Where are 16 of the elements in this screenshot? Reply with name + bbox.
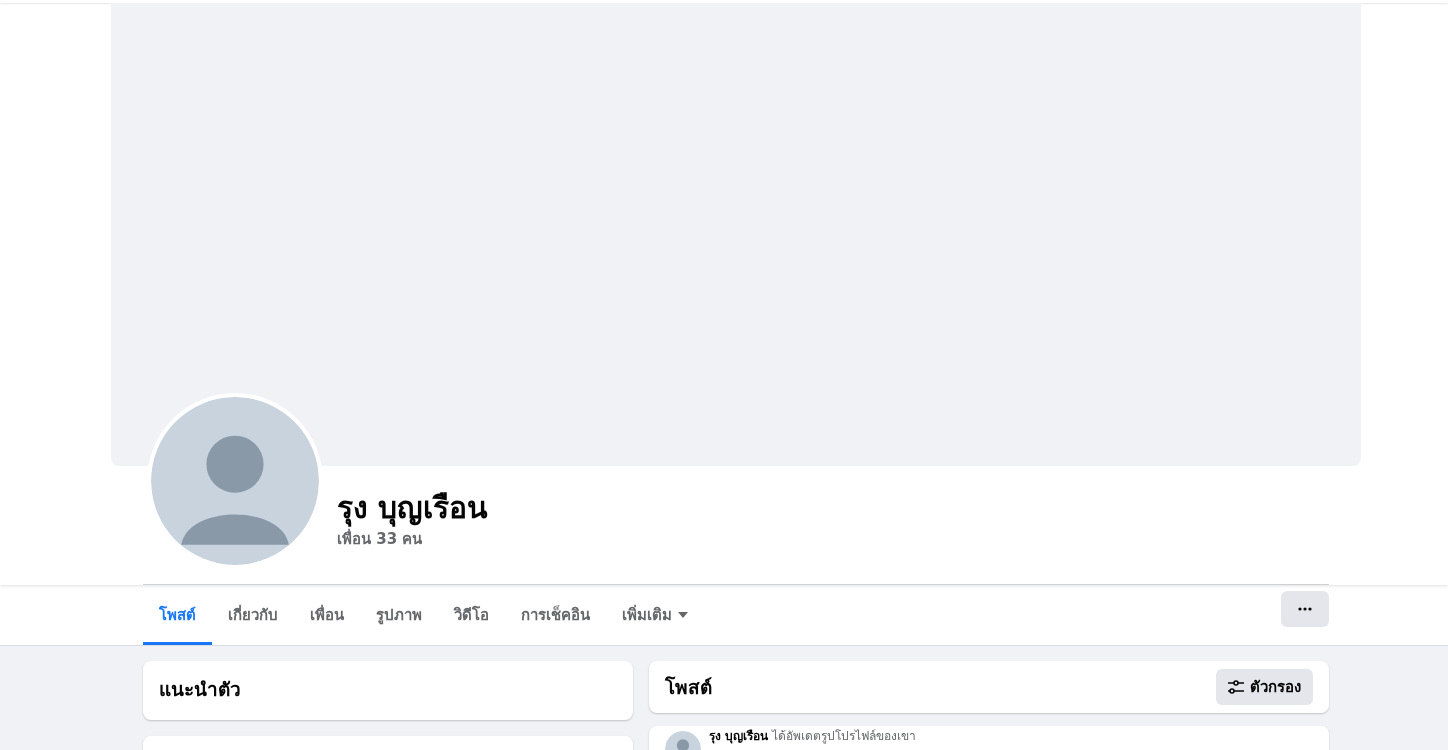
more-options-button[interactable]: [1281, 591, 1329, 627]
more-icon: [1298, 607, 1312, 611]
filter-icon: [1228, 680, 1244, 694]
profile-tab[interactable]: วิดีโอ: [438, 585, 505, 645]
friend-count[interactable]: เพื่อน 33 คน: [337, 528, 489, 550]
posts-title: โพสต์: [665, 675, 712, 700]
profile-tab[interactable]: เพื่อน: [294, 585, 360, 645]
profile-tab[interactable]: เกี่ยวกับ: [212, 585, 294, 645]
intro-title: แนะนำตัว: [159, 677, 242, 702]
profile-tab[interactable]: การเช็คอิน: [505, 585, 606, 645]
profile-tab[interactable]: เพิ่มเติม: [606, 585, 704, 645]
profile-tab[interactable]: รูปภาพ: [360, 585, 438, 645]
filter-button[interactable]: ตัวกรอง: [1216, 669, 1313, 705]
caret-icon: [678, 612, 688, 618]
profile-name: รุง บุญเรือน: [337, 488, 489, 528]
post-headline: รุง บุญเรือน ได้อัพเดตรูปโปรไฟล์ของเขา: [709, 729, 916, 743]
